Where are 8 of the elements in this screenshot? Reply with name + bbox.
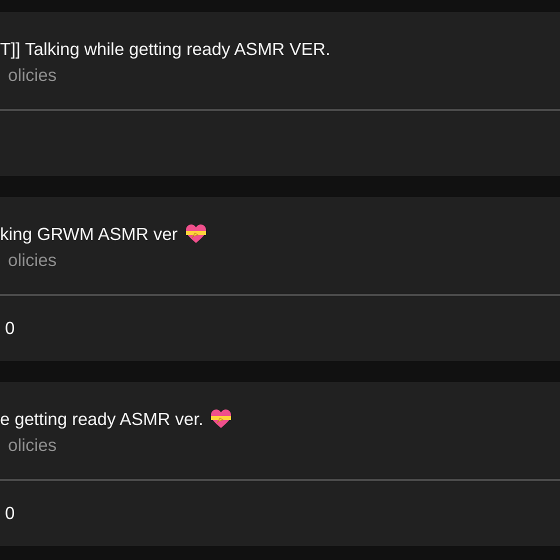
subtitle: olicies (8, 249, 57, 272)
subtitle: olicies (8, 434, 57, 458)
subtitle: olicies (8, 64, 57, 88)
count: 0 (5, 502, 15, 526)
count: 0 (5, 317, 15, 340)
video-title: T]] Talking while getting ready ASMR VER. (0, 38, 330, 62)
video-title: king GRWM ASMR ver (0, 223, 178, 246)
video-title: e getting ready ASMR ver. (0, 408, 204, 432)
